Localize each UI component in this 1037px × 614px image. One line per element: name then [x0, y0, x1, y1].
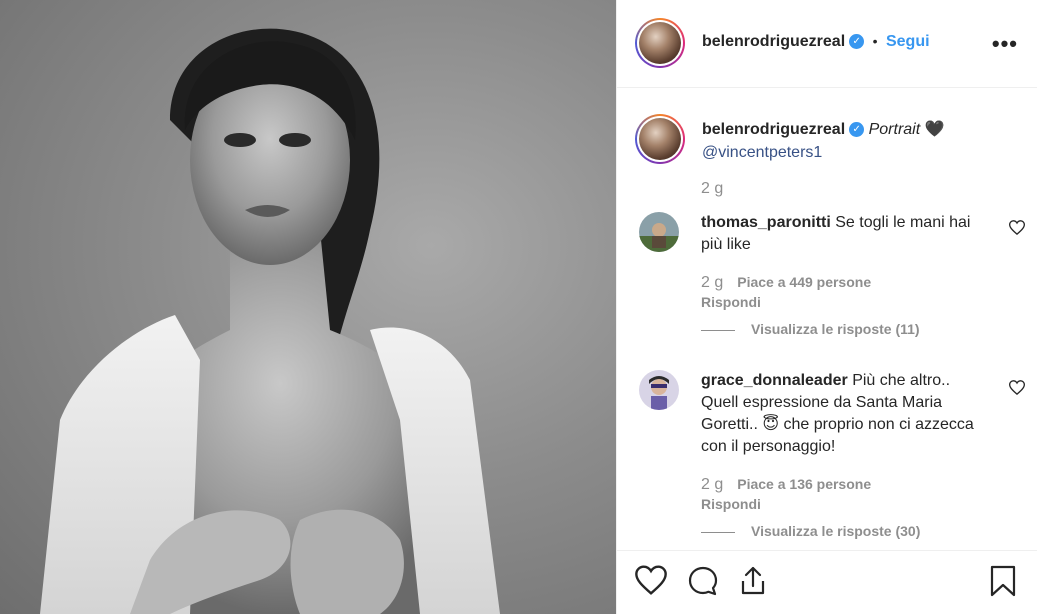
separator-dot: • — [872, 33, 878, 49]
verified-badge-icon: ✓ — [849, 122, 865, 138]
comment-time: 2 g — [701, 476, 724, 493]
replies-divider — [701, 531, 735, 533]
comment-body: thomas_paronitti Se togli le mani hai pi… — [701, 212, 991, 256]
more-options-icon[interactable]: ••• — [992, 31, 1018, 57]
comment-username[interactable]: grace_donnaleader — [701, 372, 848, 389]
comment-likes-count[interactable]: Piace a 449 persone — [737, 274, 871, 290]
caption-text-block: belenrodriguezreal ✓ Portrait 🖤 @vincentp… — [702, 118, 1022, 164]
caption-username[interactable]: belenrodriguezreal — [702, 121, 845, 138]
caption-avatar[interactable] — [635, 114, 685, 164]
like-heart-icon[interactable] — [635, 565, 667, 597]
comment-time: 2 g — [701, 274, 724, 291]
post-action-bar — [617, 550, 1037, 614]
replies-divider — [701, 329, 735, 331]
post-photo[interactable] — [0, 0, 616, 614]
share-icon[interactable] — [737, 565, 769, 597]
view-replies-button[interactable]: Visualizza le risposte (30) — [701, 523, 920, 539]
post-header: belenrodriguezreal ✓ • Segui ••• — [617, 0, 1037, 88]
comment-like-heart-icon[interactable] — [1008, 220, 1026, 238]
commenter-avatar[interactable] — [639, 212, 679, 252]
reply-button[interactable]: Rispondi — [701, 294, 761, 310]
comment-bubble-icon[interactable] — [687, 565, 719, 597]
comment-meta: 2 g Piace a 136 persone — [701, 476, 871, 494]
black-heart-emoji: 🖤 — [924, 121, 945, 138]
bookmark-icon[interactable] — [989, 565, 1021, 597]
comment-body: grace_donnaleader Più che altro.. Quell … — [701, 370, 991, 458]
comment-likes-count[interactable]: Piace a 136 persone — [737, 476, 871, 492]
commenter-avatar[interactable] — [639, 370, 679, 410]
author-avatar[interactable] — [635, 18, 685, 68]
post-side-panel: belenrodriguezreal ✓ • Segui ••• belenrod… — [616, 0, 1037, 614]
view-replies-label: Visualizza le risposte (30) — [751, 523, 921, 539]
reply-button[interactable]: Rispondi — [701, 496, 761, 512]
comment-like-heart-icon[interactable] — [1008, 380, 1026, 398]
portrait-image — [40, 28, 500, 614]
caption-time: 2 g — [701, 180, 724, 197]
comment-meta: 2 g Piace a 449 persone — [701, 274, 871, 292]
follow-button[interactable]: Segui — [886, 33, 930, 50]
caption-text: Portrait — [868, 121, 921, 138]
author-username[interactable]: belenrodriguezreal — [702, 33, 845, 50]
view-replies-button[interactable]: Visualizza le risposte (11) — [701, 321, 920, 337]
caption-mention-link[interactable]: @vincentpeters1 — [702, 144, 822, 161]
view-replies-label: Visualizza le risposte (11) — [751, 321, 920, 337]
author-line: belenrodriguezreal ✓ • Segui — [702, 33, 930, 51]
comment-username[interactable]: thomas_paronitti — [701, 214, 831, 231]
verified-badge-icon: ✓ — [849, 34, 865, 50]
